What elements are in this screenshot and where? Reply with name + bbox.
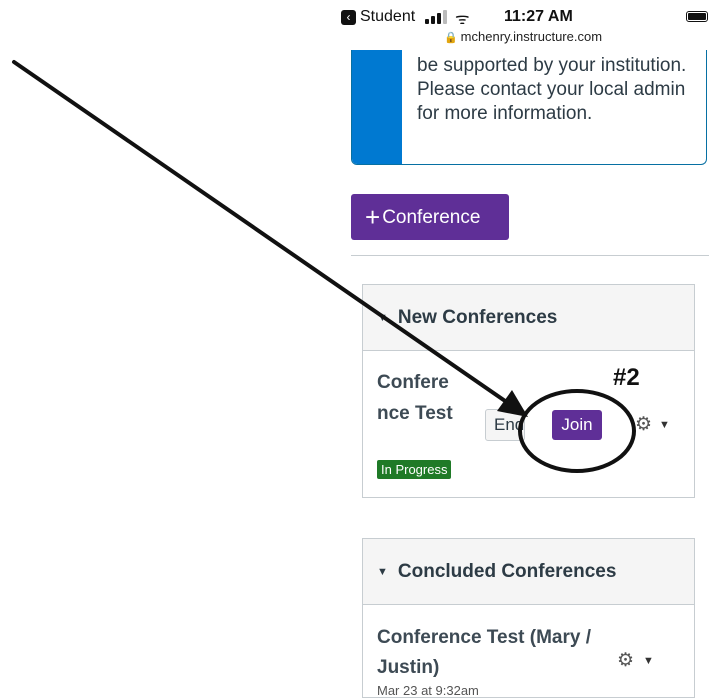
info-notice: be supported by your institution. Please… <box>351 50 707 165</box>
status-badge: In Progress <box>377 460 452 479</box>
concluded-conferences-header[interactable]: ▼ Concluded Conferences <box>363 539 694 605</box>
signal-icon <box>425 10 447 24</box>
chevron-down-icon[interactable]: ▼ <box>643 655 654 667</box>
caret-down-icon: ▼ <box>377 566 388 578</box>
caret-down-icon: ▼ <box>377 312 388 324</box>
end-button[interactable]: End <box>485 409 525 441</box>
back-arrow-icon[interactable]: ‹ <box>341 10 356 25</box>
lock-icon: 🔒 <box>443 32 458 44</box>
phone-screen: ‹ Student ᯤ 11:27 AM 🔒 mchenry.instructur… <box>337 0 709 698</box>
gear-icon[interactable]: ⚙ <box>617 649 634 672</box>
status-bar: ‹ Student ᯤ 11:27 AM <box>337 6 709 28</box>
notice-text: be supported by your institution. Please… <box>417 55 687 124</box>
add-conference-button[interactable]: + Conference <box>351 194 509 240</box>
status-time: 11:27 AM <box>504 8 573 25</box>
concluded-conferences-title: Concluded Conferences <box>397 561 617 582</box>
battery-icon <box>686 11 708 22</box>
back-app-label[interactable]: Student <box>360 8 415 26</box>
join-button[interactable]: Join <box>552 410 602 440</box>
concluded-conference-title: Conference Test (Mary / Justin) <box>377 627 591 678</box>
new-conferences-header[interactable]: ▼ New Conferences <box>363 285 694 351</box>
url-bar[interactable]: 🔒 mchenry.instructure.com <box>337 29 709 44</box>
new-conferences-title: New Conferences <box>397 307 558 328</box>
plus-icon: + <box>365 202 381 232</box>
url-text: mchenry.instructure.com <box>460 29 603 44</box>
gear-icon[interactable]: ⚙ <box>635 413 652 436</box>
concluded-conference-date: Mar 23 at 9:32am <box>377 683 479 698</box>
new-conferences-panel: ▼ New Conferences Confere nce Test In Pro… <box>362 284 695 498</box>
annotation-label: #2 <box>613 364 640 391</box>
conference-title: Confere nce Test <box>377 372 453 424</box>
add-conference-label: Conference <box>382 207 481 228</box>
notice-accent-bar <box>352 50 402 164</box>
wifi-icon: ᯤ <box>455 11 470 28</box>
chevron-down-icon[interactable]: ▼ <box>659 419 670 431</box>
concluded-conferences-panel: ▼ Concluded Conferences Conference Test (… <box>362 538 695 698</box>
divider <box>351 255 709 256</box>
